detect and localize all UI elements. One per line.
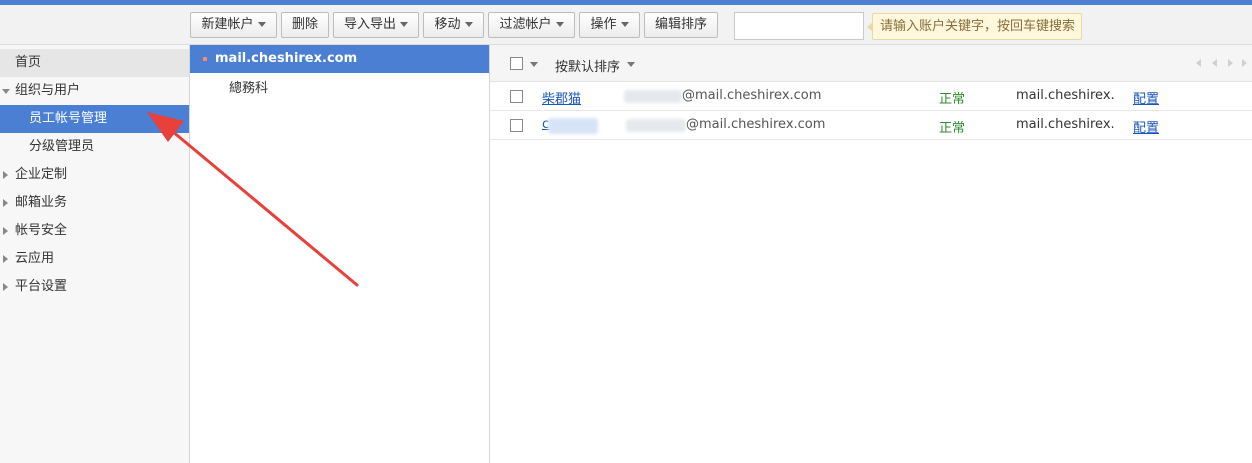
row-checkbox[interactable]: [510, 90, 523, 103]
sidebar-item-employee-accounts[interactable]: 员工帐号管理: [0, 105, 189, 133]
collapsed-triangle-icon: [3, 199, 8, 207]
new-account-button[interactable]: 新建帐户: [190, 12, 277, 38]
sidebar-item-account-security[interactable]: 帐号安全: [0, 217, 189, 245]
delete-button[interactable]: 删除: [281, 12, 329, 38]
operations-label: 操作: [590, 17, 617, 32]
sidebar-item-label: 云应用: [15, 251, 55, 266]
sort-chevron-icon[interactable]: [627, 62, 635, 67]
collapsed-triangle-icon: [3, 171, 8, 179]
collapsed-triangle-icon: [3, 227, 8, 235]
sidebar-item-label: 帐号安全: [15, 223, 68, 238]
sort-dropdown-label[interactable]: 按默认排序: [555, 56, 620, 75]
sidebar-item-sub-admins[interactable]: 分级管理员: [0, 133, 189, 161]
list-header: 按默认排序: [490, 45, 1252, 82]
collapsed-triangle-icon: [3, 255, 8, 263]
move-label: 移动: [434, 17, 461, 32]
edit-sort-button[interactable]: 编辑排序: [644, 12, 718, 38]
collapsed-triangle-icon: [3, 283, 8, 291]
next-page-icon[interactable]: [1228, 59, 1233, 67]
account-name-link[interactable]: 柴郡猫: [542, 88, 581, 107]
toolbar: 新建帐户 删除 导入导出 移动 过滤帐户 操作 编辑排序 请输入账户关键字，按回…: [0, 5, 1252, 45]
import-export-label: 导入导出: [343, 17, 396, 32]
sidebar-item-cloud-apps[interactable]: 云应用: [0, 245, 189, 273]
status-badge: 正常: [939, 121, 966, 136]
first-page-icon[interactable]: [1196, 59, 1201, 67]
redacted-email-prefix: [624, 90, 682, 103]
edit-sort-label: 编辑排序: [654, 17, 707, 32]
org-root-node[interactable]: mail.cheshirex.com: [190, 45, 489, 73]
configure-link[interactable]: 配置: [1133, 117, 1159, 136]
account-list-pane: 按默认排序 柴郡猫 @mail.cheshirex.com 正常 mail.ch…: [490, 45, 1252, 463]
sidebar-item-platform-settings[interactable]: 平台设置: [0, 273, 189, 301]
redacted-name: [548, 118, 598, 134]
new-account-label: 新建帐户: [201, 17, 254, 32]
sidebar-item-mail-business[interactable]: 邮箱业务: [0, 189, 189, 217]
account-email: @mail.cheshirex.com: [682, 88, 822, 103]
sidebar-item-label: 组织与用户: [15, 83, 81, 98]
move-button[interactable]: 移动: [423, 12, 484, 38]
last-page-icon[interactable]: [1242, 59, 1247, 67]
expand-dot-icon: [203, 57, 207, 61]
chevron-down-icon: [620, 22, 629, 27]
account-domain: mail.cheshirex.…: [1016, 117, 1114, 132]
filter-accounts-button[interactable]: 过滤帐户: [488, 12, 575, 38]
select-menu-chevron-icon[interactable]: [530, 62, 538, 67]
account-domain: mail.cheshirex.…: [1016, 88, 1114, 103]
delete-label: 删除: [291, 17, 318, 32]
sidebar-item-label: 邮箱业务: [15, 195, 68, 210]
chevron-down-icon: [400, 22, 408, 27]
org-tree-pane: mail.cheshirex.com 總務科: [190, 45, 490, 463]
select-all-checkbox[interactable]: [510, 57, 523, 70]
org-root-label: mail.cheshirex.com: [215, 51, 358, 66]
search-input[interactable]: [734, 12, 864, 40]
operations-button[interactable]: 操作: [579, 12, 640, 38]
sidebar-item-label: 平台设置: [15, 279, 68, 294]
chevron-down-icon: [464, 22, 473, 27]
sidebar-item-label: 首页: [15, 55, 42, 70]
prev-page-icon[interactable]: [1212, 59, 1217, 67]
configure-link[interactable]: 配置: [1133, 88, 1159, 107]
sidebar-item-org-users[interactable]: 组织与用户: [0, 77, 189, 105]
chevron-down-icon: [257, 22, 266, 27]
import-export-button[interactable]: 导入导出: [333, 12, 419, 38]
search-hint-tooltip: 请输入账户关键字，按回车键搜索: [866, 13, 1083, 40]
org-child-node[interactable]: 總務科: [229, 77, 268, 96]
table-row[interactable]: 柴郡猫 @mail.cheshirex.com 正常 mail.cheshire…: [490, 82, 1252, 111]
sidebar-item-home[interactable]: 首页: [0, 49, 189, 77]
chevron-down-icon: [555, 22, 564, 27]
sidebar-item-label: 分级管理员: [29, 139, 95, 154]
row-checkbox[interactable]: [510, 119, 523, 132]
expanded-triangle-icon: [2, 89, 10, 94]
sidebar-item-label: 员工帐号管理: [29, 111, 108, 126]
sidebar-item-customization[interactable]: 企业定制: [0, 161, 189, 189]
sidebar: 首页 组织与用户 员工帐号管理 分级管理员 企业定制 邮箱业务 帐号安全 云应用…: [0, 45, 190, 463]
filter-accounts-label: 过滤帐户: [499, 17, 552, 32]
redacted-email-prefix: [626, 119, 686, 132]
table-row[interactable]: c @mail.cheshirex.com 正常 mail.cheshirex.…: [490, 111, 1252, 140]
status-badge: 正常: [939, 92, 966, 107]
sidebar-item-label: 企业定制: [15, 167, 68, 182]
account-email: @mail.cheshirex.com: [686, 117, 826, 132]
